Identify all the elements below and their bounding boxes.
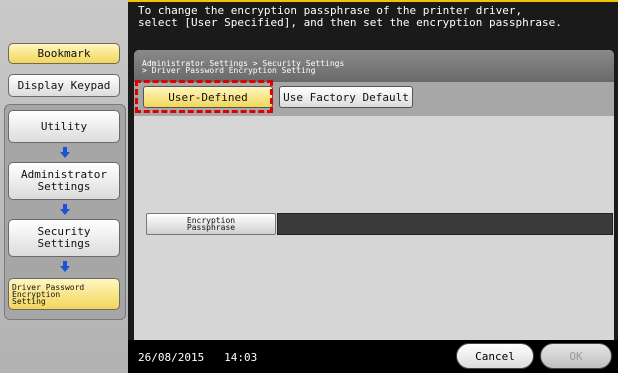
nav-administrator-label: Administrator Settings <box>20 168 108 193</box>
highlight-outline <box>135 80 273 113</box>
encryption-passphrase-button[interactable]: Encryption Passphrase <box>146 213 276 235</box>
display-keypad-button[interactable]: Display Keypad <box>8 74 120 97</box>
arrow-down-icon <box>60 204 70 215</box>
bookmark-label: Bookmark <box>37 46 91 60</box>
nav-utility-label: Utility <box>40 119 88 133</box>
nav-driver-password-label: Driver Password Encryption Setting <box>12 282 85 306</box>
instruction-line-2: select [User Specified], and then set th… <box>138 16 562 29</box>
datetime: 26/08/2015 14:03 <box>138 351 257 364</box>
nav-utility[interactable]: Utility <box>8 110 120 143</box>
time: 14:03 <box>224 351 258 364</box>
left-sidebar: Bookmark Display Keypad Utility Administ… <box>0 0 128 373</box>
breadcrumb-line-2: > Driver Password Encryption Setting <box>142 66 316 75</box>
display-keypad-label: Display Keypad <box>17 78 111 92</box>
encryption-passphrase-label: Encryption Passphrase <box>186 216 236 232</box>
bookmark-button[interactable]: Bookmark <box>8 43 120 64</box>
date: 26/08/2015 <box>138 351 205 364</box>
encryption-passphrase-field[interactable] <box>277 213 613 235</box>
instruction-line-1: To change the encryption passphrase of t… <box>138 4 523 17</box>
arrow-down-icon <box>60 147 70 158</box>
cancel-label: Cancel <box>475 349 515 363</box>
nav-security-label: Security Settings <box>37 225 91 250</box>
top-strip <box>128 0 618 2</box>
arrow-down-icon <box>60 261 70 272</box>
cancel-button[interactable]: Cancel <box>456 343 534 369</box>
breadcrumb: Administrator Settings > Security Settin… <box>134 50 614 82</box>
tab-use-factory-default[interactable]: Use Factory Default <box>279 86 413 108</box>
ok-label: OK <box>569 349 583 363</box>
nav-driver-password-encryption[interactable]: Driver Password Encryption Setting <box>8 278 120 310</box>
tab-use-factory-default-label: Use Factory Default <box>283 90 409 104</box>
nav-administrator-settings[interactable]: Administrator Settings <box>8 162 120 200</box>
nav-security-settings[interactable]: Security Settings <box>8 219 120 257</box>
ok-button[interactable]: OK <box>540 343 612 369</box>
